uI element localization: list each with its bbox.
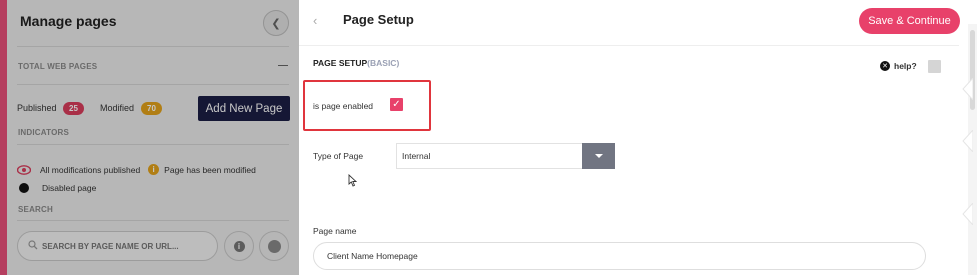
circle-icon [267,239,281,253]
indicator-row-published: All modifications published i Page has b… [16,164,256,175]
save-continue-button[interactable]: Save & Continue [859,8,960,34]
edge-arrow-icon [962,130,973,152]
section-indicators: INDICATORS [18,128,70,137]
section-subtitle: (BASIC) [367,58,400,68]
manage-pages-panel: Manage pages ❮ TOTAL WEB PAGES — Publish… [0,0,299,275]
type-of-page-label: Type of Page [313,151,364,161]
back-chevron-icon[interactable]: ‹ [313,13,317,28]
close-circle-icon: ✕ [880,61,890,71]
type-of-page-select[interactable]: Internal [396,143,615,169]
type-of-page-value: Internal [402,151,431,161]
section-title: PAGE SETUP [313,58,368,68]
divider [17,84,289,85]
info-icon: i [233,240,245,252]
section-total-web-pages: TOTAL WEB PAGES [18,62,98,71]
help-label: help? [894,61,917,71]
mouse-cursor-icon [348,173,358,192]
search-info-button[interactable]: i [224,231,254,261]
info-icon: i [148,164,160,175]
panel-accent-bar [0,0,7,275]
published-label: Published [17,103,57,113]
section-heading: PAGE SETUP(BASIC) [313,58,399,68]
add-new-page-button[interactable]: Add New Page [198,96,290,121]
modified-count-badge: 70 [141,102,162,115]
indicator-label: Page has been modified [164,164,256,175]
search-input[interactable] [42,241,202,251]
search-icon [28,237,38,255]
modified-label: Modified [100,103,135,113]
indicator-row-disabled: Disabled page [17,183,96,193]
help-link[interactable]: ✕ help? [880,61,917,71]
enabled-label: is page enabled [313,101,374,111]
indicator-label: All modifications published [40,164,141,175]
search-filter-button[interactable] [259,231,289,261]
collapse-section-total-icon[interactable]: — [278,60,288,71]
section-search: SEARCH [18,205,53,214]
page-enabled-checkbox[interactable]: ✓ [390,98,403,111]
caret-down-icon [594,154,603,158]
page-search-box[interactable] [17,231,218,261]
published-count-badge: 25 [63,102,84,115]
help-checkbox[interactable] [928,60,941,73]
page-name-label: Page name [313,226,357,236]
indicator-label: Disabled page [42,183,97,193]
chevron-left-icon: ❮ [271,17,281,30]
disabled-dot-icon [19,183,29,193]
divider [17,144,289,145]
header-divider [299,45,959,46]
page-title: Page Setup [343,12,414,27]
collapse-panel-button[interactable]: ❮ [263,10,289,36]
edge-arrow-icon [962,78,973,100]
divider [17,46,289,47]
panel-title: Manage pages [20,13,117,29]
eye-icon [16,164,32,175]
edge-arrow-icon [962,203,973,225]
dropdown-toggle-button[interactable] [582,143,615,169]
checkmark-icon: ✓ [392,99,401,110]
divider [17,220,289,221]
page-name-input[interactable] [313,242,926,270]
